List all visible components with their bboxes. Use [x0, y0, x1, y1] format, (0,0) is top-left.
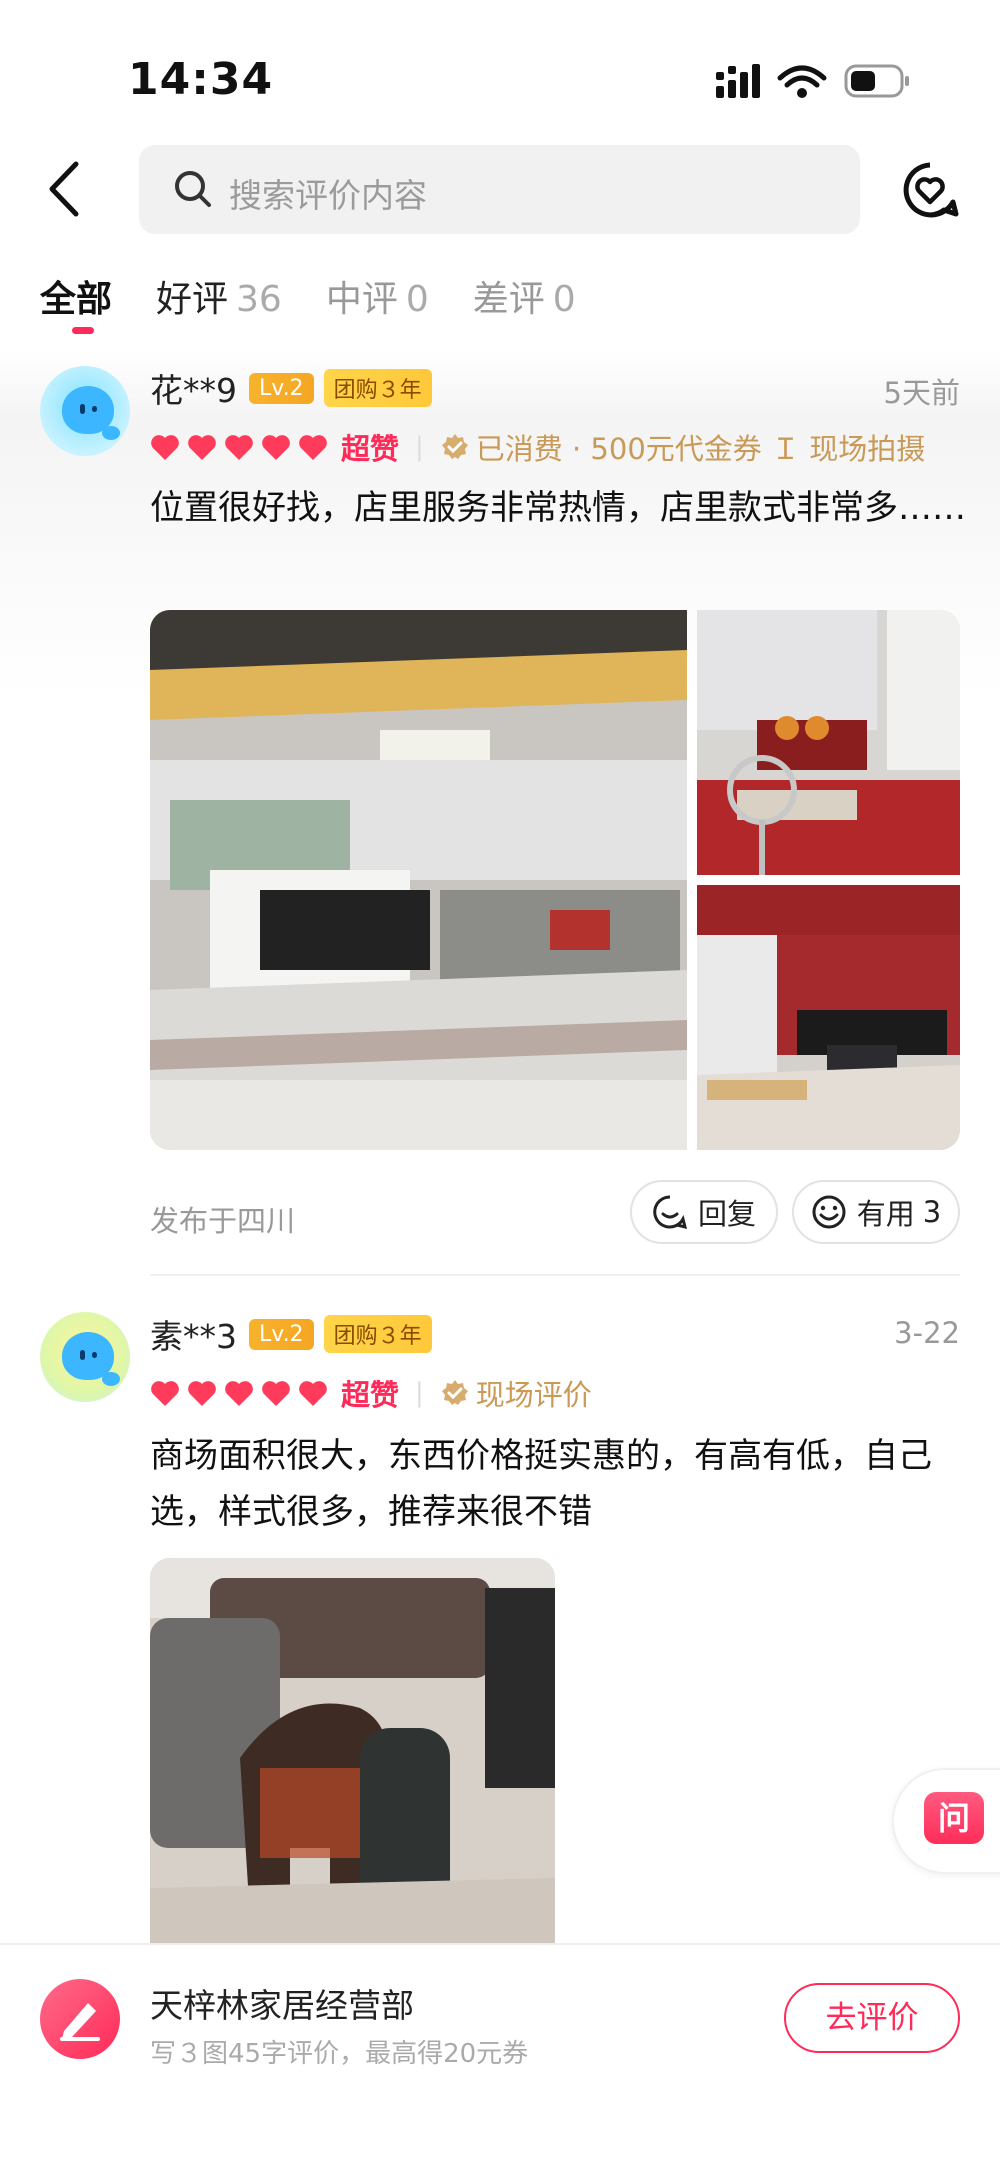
review-text[interactable]: 位置很好找，店里服务非常热情，店里款式非常多……: [150, 480, 970, 536]
status-icons: [714, 58, 914, 104]
favorite-button[interactable]: [900, 160, 960, 220]
heart-icon: [188, 435, 216, 460]
showroom-photo: [150, 610, 687, 1150]
rating-word: 超赞: [341, 432, 400, 466]
entrance-photo: [697, 610, 960, 875]
heart-icon: [151, 435, 179, 460]
heart-icon: [225, 1381, 253, 1406]
status-time: 14:34: [128, 54, 274, 105]
search-icon: [175, 171, 211, 207]
smile-icon: [812, 1195, 846, 1229]
filter-tabs: 全部 好评 36 中评 0 差评 0: [40, 270, 620, 330]
avatar[interactable]: [40, 366, 130, 456]
heart-icon: [151, 1381, 179, 1406]
comment-icon: [653, 1195, 688, 1230]
tab-bad[interactable]: 差评 0: [473, 270, 576, 330]
search-placeholder: 搜索评价内容: [229, 176, 427, 215]
publish-location: 发布于四川: [150, 1204, 296, 1238]
tab-all[interactable]: 全部: [40, 270, 112, 330]
tab-medium[interactable]: 中评 0: [326, 270, 429, 330]
bottom-review-bar: 天梓林家居经营部 写３图45字评价，最高得20元券 去评价: [0, 1943, 1000, 2174]
useful-count: 3: [922, 1195, 942, 1229]
review-meta: 现场评价: [475, 1378, 592, 1412]
review-photo[interactable]: [150, 610, 687, 1150]
search-input[interactable]: 搜索评价内容: [139, 145, 860, 234]
signal-wifi-battery-icon: [716, 64, 909, 98]
separator: |: [415, 1378, 424, 1408]
reward-hint: 写３图45字评价，最高得20元券: [150, 2039, 529, 2069]
heart-icon: [262, 1381, 290, 1406]
back-button[interactable]: [40, 158, 90, 220]
pencil-icon: [60, 2003, 100, 2041]
heart-icon: [225, 435, 253, 460]
back-arrow-icon: [49, 161, 79, 217]
review-photo[interactable]: [697, 610, 960, 875]
reply-label: 回复: [697, 1197, 756, 1231]
tab-active-indicator: [72, 327, 94, 334]
rating-row: 超赞 | 现场评价: [150, 1372, 592, 1414]
review-photo[interactable]: [150, 1558, 555, 1943]
heart-icon: [262, 435, 290, 460]
tuangou-badge: 团购３年: [323, 369, 432, 407]
useful-label: 有用: [856, 1197, 915, 1231]
useful-button[interactable]: 有用 3: [792, 1180, 960, 1244]
avatar[interactable]: [40, 1312, 130, 1402]
review-text[interactable]: 商场面积很大，东西价格挺实惠的，有高有低，自己选，样式很多，推荐来很不错: [150, 1428, 970, 1540]
sofa-area-photo: [697, 885, 960, 1150]
review-divider: [150, 1274, 960, 1276]
write-review-icon: [40, 1979, 120, 2059]
ask-icon: 问: [924, 1792, 984, 1844]
review-date: 5天前: [883, 376, 960, 410]
separator: |: [415, 432, 424, 462]
username[interactable]: 花**9: [150, 364, 237, 412]
username[interactable]: 素**3: [150, 1310, 237, 1358]
review-date: 3-22: [894, 1316, 960, 1350]
tuangou-badge: 团购３年: [323, 1315, 432, 1353]
level-badge: Lv.2: [249, 1318, 314, 1350]
heart-icon: [299, 435, 327, 460]
heart-icon: [299, 1381, 327, 1406]
verified-medal-icon: [441, 1380, 468, 1405]
shop-name: 天梓林家居经营部: [150, 1986, 414, 2025]
rating-row: 超赞 | 已消费 · 500元代金券 Ｉ 现场拍摄: [150, 426, 925, 468]
heart-icon: [188, 1381, 216, 1406]
level-badge: Lv.2: [249, 372, 314, 404]
write-review-button[interactable]: 去评价: [784, 1983, 960, 2053]
rating-word: 超赞: [341, 1378, 400, 1412]
ask-question-button[interactable]: 问: [892, 1768, 1000, 1874]
tab-good[interactable]: 好评 36: [156, 270, 282, 330]
heart-chat-icon: [903, 162, 959, 218]
reply-button[interactable]: 回复: [630, 1180, 778, 1244]
sofa-toy-photo: [150, 1558, 555, 1943]
review-meta: 已消费 · 500元代金券 Ｉ 现场拍摄: [475, 432, 926, 466]
verified-medal-icon: [441, 434, 468, 459]
review-photo[interactable]: [697, 885, 960, 1150]
